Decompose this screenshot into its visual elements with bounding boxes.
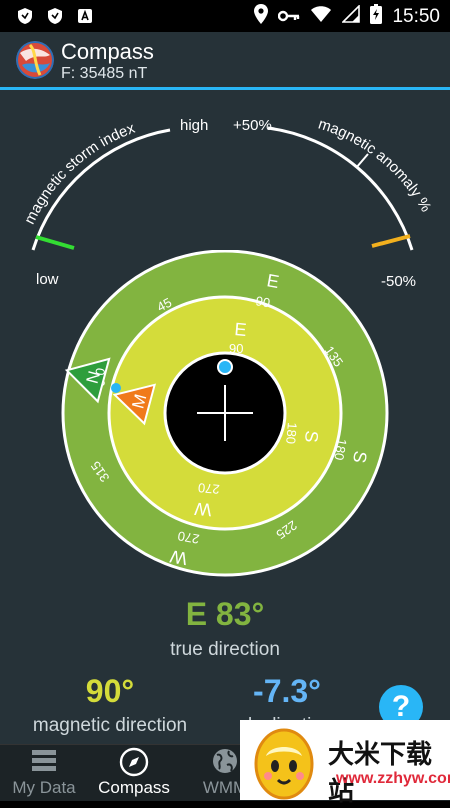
app-a-icon <box>76 7 94 25</box>
magnetic-direction-label: magnetic direction <box>32 715 188 736</box>
compass-icon <box>119 747 149 777</box>
inner-s-label: S <box>301 430 322 444</box>
app-bar: Compass F: 35485 nT <box>0 32 450 88</box>
clock-time: 15:50 <box>392 6 440 27</box>
key-icon <box>278 6 300 28</box>
anomaly-gauge-arc <box>267 126 414 251</box>
nav-label-compass: Compass <box>98 778 170 797</box>
magnetic-direction-value: 90° <box>85 673 135 709</box>
inner-tick-180: 180 <box>283 422 300 445</box>
compass-dial: E 90 45 135 S 180 225 W 270 315 E 90 S 1… <box>61 250 389 577</box>
true-direction-label: true direction <box>170 639 280 660</box>
outer-tick-90: 90 <box>254 293 271 310</box>
signal-icon <box>341 4 361 29</box>
battery-icon <box>370 4 383 30</box>
status-bar: 15:50 <box>0 0 450 32</box>
app-logo-icon <box>16 41 54 79</box>
anomaly-gauge-center-tick <box>355 153 369 169</box>
shield-icon <box>16 7 34 25</box>
storm-gauge-title: magnetic storm index <box>21 120 137 227</box>
nav-label-my-data: My Data <box>12 778 76 797</box>
heading-dot <box>217 359 233 375</box>
anomaly-plus-label: +50% <box>233 117 272 134</box>
data-list-icon <box>32 750 56 771</box>
storm-high-label: high <box>180 117 209 134</box>
wifi-icon <box>310 5 332 29</box>
inner-w-label: W <box>194 499 213 520</box>
nav-item-my-data[interactable]: My Data <box>0 745 88 801</box>
globe-icon <box>213 749 237 773</box>
watermark-banner: 大米下载站 www.zzhyw.com <box>240 720 450 807</box>
watermark-logo <box>254 728 314 800</box>
north-marker-dot <box>111 383 121 393</box>
field-strength: F: 35485 nT <box>61 65 148 82</box>
anomaly-gauge-title: magnetic anomaly % <box>316 116 434 215</box>
inner-e-label: E <box>234 319 248 340</box>
shield-icon <box>46 7 64 25</box>
true-direction-value: E 83° <box>185 596 265 632</box>
app-title: Compass <box>61 39 154 64</box>
declination-value: -7.3° <box>253 673 321 709</box>
storm-gauge-indicator <box>35 235 75 250</box>
location-icon <box>254 4 269 30</box>
inner-tick-90: 90 <box>229 341 243 356</box>
anomaly-gauge-indicator <box>371 234 411 248</box>
outer-w-label: W <box>168 546 188 569</box>
inner-tick-270: 270 <box>197 480 220 497</box>
nav-item-compass[interactable]: Compass <box>88 745 180 801</box>
watermark-url: www.zzhyw.com <box>336 770 450 787</box>
